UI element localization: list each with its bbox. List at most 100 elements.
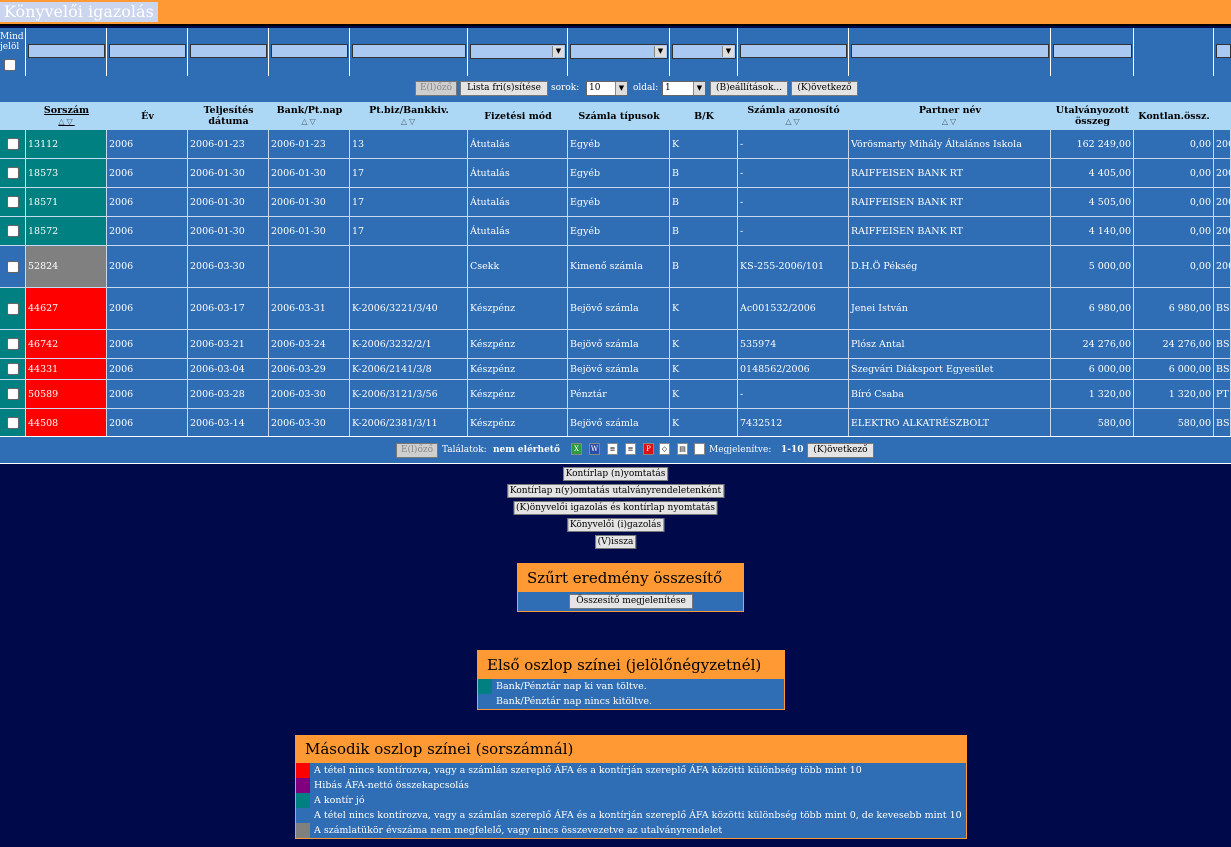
show-summary-button[interactable]: Összesítő megjelenítése xyxy=(569,594,693,609)
row-checkbox-cell xyxy=(0,246,26,287)
contirlap-print-button[interactable]: Kontírlap (n)yomtatás xyxy=(562,467,669,481)
cell-ev: 2006 xyxy=(107,359,188,379)
rows-label: sorok: xyxy=(551,83,580,93)
select-all-checkbox[interactable] xyxy=(4,59,16,71)
word-export-icon[interactable]: W xyxy=(589,443,600,455)
cell-telj: 2006-01-30 xyxy=(188,188,269,216)
filter-azonosito-input[interactable] xyxy=(740,44,847,58)
filter-ptbiz-input[interactable] xyxy=(352,44,466,58)
next-button-bottom[interactable]: (K)övetkező xyxy=(807,443,874,458)
header-bank[interactable]: Bank/Pt.nap △▽ xyxy=(269,102,350,130)
page-label: oldal: xyxy=(633,83,659,93)
cell-ev: 2006 xyxy=(107,159,188,187)
row-checkbox[interactable] xyxy=(6,196,19,208)
shown-label: Megjelenítve: xyxy=(709,445,772,455)
cell-bk: K xyxy=(670,130,738,158)
cell-extra: 200 xyxy=(1214,246,1231,287)
cell-utal: 580,00 xyxy=(1051,409,1134,437)
excel-export-icon[interactable]: X xyxy=(571,443,582,455)
accountant-cert-button[interactable]: Könyvelői (i)gazolás xyxy=(566,518,665,532)
sort-icon[interactable]: △▽ xyxy=(301,116,317,127)
cell-fiz: Készpénz xyxy=(468,380,568,408)
row-checkbox[interactable] xyxy=(6,167,19,179)
cell-ptbiz: 17 xyxy=(350,159,468,187)
xml-export-icon[interactable]: ◇ xyxy=(659,443,670,455)
cell-telj: 2006-03-21 xyxy=(188,330,269,358)
refresh-list-button[interactable]: Lista fri(s)sítése xyxy=(460,81,548,96)
table-row: 52824 2006 2006-03-30 Csekk Kimenő számla B KS… xyxy=(0,246,1231,288)
summary-title: Szűrt eredmény összesítő xyxy=(518,564,743,592)
filter-extra-input[interactable] xyxy=(1216,44,1231,58)
row-checkbox[interactable] xyxy=(6,302,19,315)
legend-text: Bank/Pénztár nap ki van töltve. xyxy=(496,681,647,692)
row-checkbox[interactable] xyxy=(6,417,19,429)
header-azonosito[interactable]: Számla azonosító △▽ xyxy=(738,102,849,130)
filter-check-cell: Mind jelöl xyxy=(0,28,26,76)
filter-ev-input[interactable] xyxy=(109,44,186,58)
cell-kontlan: 0,00 xyxy=(1134,130,1214,158)
sort-icon[interactable]: △▽ xyxy=(942,116,958,127)
cell-azon: - xyxy=(738,130,849,158)
filter-fizetesi-select[interactable]: ▼ xyxy=(470,44,566,59)
text-export-icon[interactable]: ≡ xyxy=(607,443,618,455)
cell-fiz: Átutalás xyxy=(468,159,568,187)
rows-select[interactable]: 10 ▼ xyxy=(586,81,628,96)
cell-utal: 6 980,00 xyxy=(1051,288,1134,329)
prev-button-bottom[interactable]: E(l)őző xyxy=(396,443,438,458)
row-checkbox[interactable] xyxy=(6,138,19,150)
cell-bk: K xyxy=(670,380,738,408)
cell-ptbiz: K-2006/2141/3/8 xyxy=(350,359,468,379)
table-row: 18572 2006 2006-01-30 2006-01-30 17 Átutalás E… xyxy=(0,217,1231,246)
cell-azon: KS-255-2006/101 xyxy=(738,246,849,287)
filter-teljesites-input[interactable] xyxy=(190,44,267,58)
filter-cell-partner xyxy=(849,28,1051,76)
legend-item: A kontír jó xyxy=(296,793,966,808)
row-checkbox-cell xyxy=(0,188,26,216)
cell-ptbiz: K-2006/3232/2/1 xyxy=(350,330,468,358)
blank-export-icon[interactable] xyxy=(694,443,705,455)
document-export-icon[interactable]: ≡ xyxy=(625,443,636,455)
filter-sorszam-input[interactable] xyxy=(28,44,105,58)
filter-utalvanyozott-input[interactable] xyxy=(1053,44,1132,58)
back-button[interactable]: (V)issza xyxy=(594,535,637,549)
filter-bank-input[interactable] xyxy=(271,44,348,58)
next-button-top[interactable]: (K)övetkező xyxy=(791,81,858,96)
chevron-down-icon: ▼ xyxy=(654,46,666,57)
row-checkbox[interactable] xyxy=(6,260,19,273)
contirlap-per-voucher-print-button[interactable]: Kontírlap n(y)omtatás utalványrendeleten… xyxy=(506,484,725,498)
row-checkbox[interactable] xyxy=(6,338,19,350)
html-export-icon[interactable]: ▤ xyxy=(677,443,688,455)
cell-partner: Vörösmarty Mihály Általános Iskola xyxy=(849,130,1051,158)
cell-azon: 0148562/2006 xyxy=(738,359,849,379)
row-checkbox[interactable] xyxy=(6,363,19,375)
sort-icon[interactable]: △▽ xyxy=(401,116,417,127)
header-sorszam[interactable]: Sorszám △▽ xyxy=(26,102,107,130)
page-select[interactable]: 1 ▼ xyxy=(662,81,706,96)
legend-text: A kontír jó xyxy=(314,795,365,806)
row-checkbox[interactable] xyxy=(6,388,19,400)
cell-kontlan: 6 000,00 xyxy=(1134,359,1214,379)
cell-telj: 2006-01-30 xyxy=(188,159,269,187)
sort-icon[interactable]: △▽ xyxy=(58,116,74,127)
sort-icon[interactable]: △▽ xyxy=(785,116,801,127)
prev-button-top[interactable]: E(l)őző xyxy=(415,81,457,96)
header-azonosito-label: Számla azonosító xyxy=(747,105,840,116)
filter-bk-select[interactable]: ▼ xyxy=(672,44,736,59)
row-checkbox-cell xyxy=(0,359,26,379)
filter-partner-input[interactable] xyxy=(851,44,1049,58)
cell-extra: 200 xyxy=(1214,217,1231,245)
cell-utal: 4 505,00 xyxy=(1051,188,1134,216)
settings-button[interactable]: (B)eállítások... xyxy=(710,81,788,96)
row-checkbox[interactable] xyxy=(6,225,19,237)
table-row: 46742 2006 2006-03-21 2006-03-24 K-2006/3232… xyxy=(0,330,1231,359)
legend-text: A tétel nincs kontírozva, vagy a számlán… xyxy=(314,765,862,776)
cell-tipus: Egyéb xyxy=(568,217,670,245)
filter-cell-utalvanyozott xyxy=(1051,28,1134,76)
cell-bank: 2006-01-30 xyxy=(269,217,350,245)
header-partner[interactable]: Partner név △▽ xyxy=(849,102,1051,130)
header-ptbiz[interactable]: Pt.biz/Bankkiv. △▽ xyxy=(350,102,468,130)
accountant-cert-and-contirlap-button[interactable]: (K)önyvelői igazolás és kontírlap nyomta… xyxy=(513,501,718,515)
header-teljesites: Teljesítés dátuma xyxy=(188,102,269,130)
pdf-export-icon[interactable]: P xyxy=(643,443,654,455)
filter-tipus-select[interactable]: ▼ xyxy=(570,44,668,59)
